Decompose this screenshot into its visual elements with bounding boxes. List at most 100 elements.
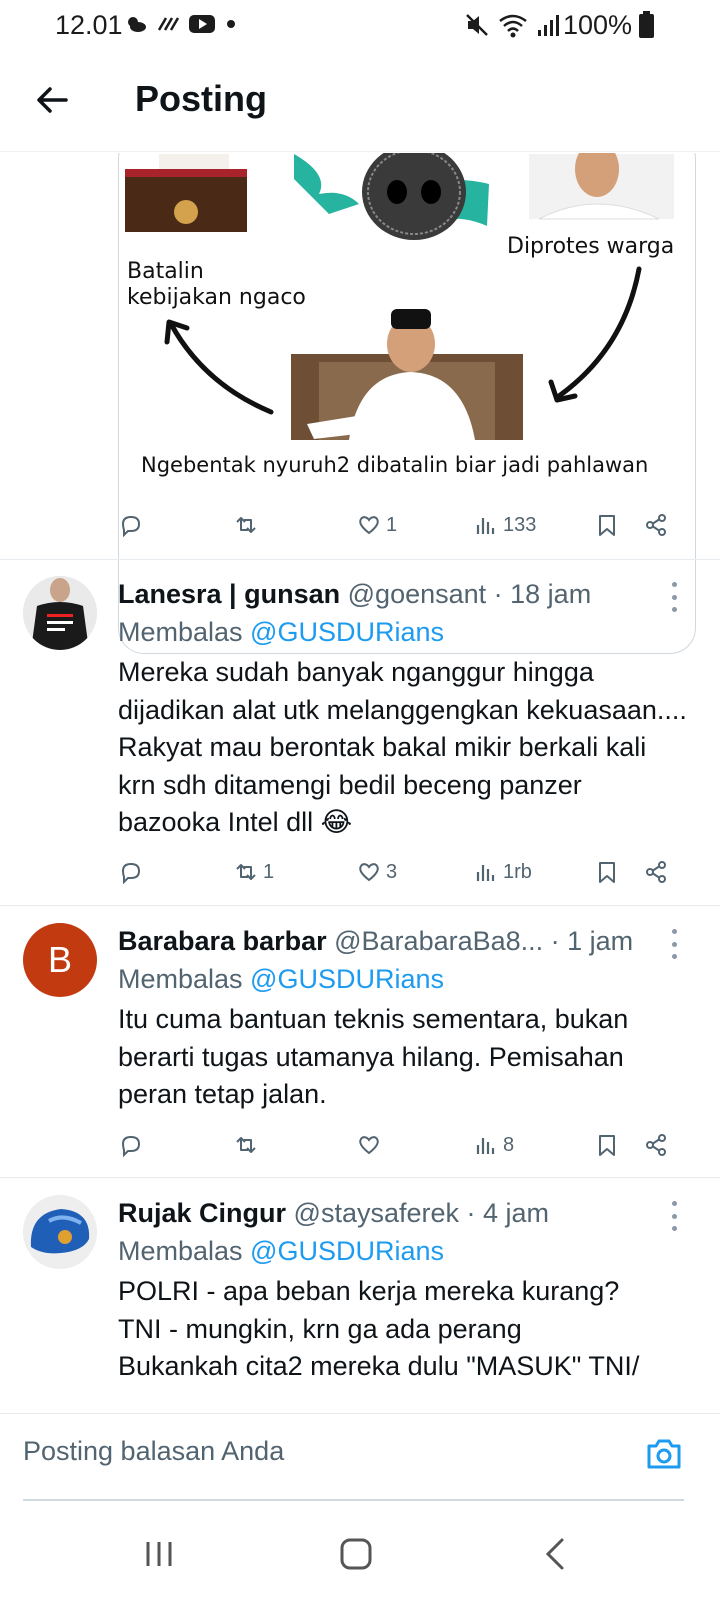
display-name[interactable]: Lanesra | gunsan [118,579,340,609]
meme-label-diprotes: Diprotes warga [507,234,675,259]
share-button[interactable] [643,852,669,892]
arrow-left-icon [37,87,68,113]
view-count: 133 [503,513,537,536]
mute-icon [466,14,488,36]
replying-to: Membalas @GUSDURians [118,964,444,994]
reply-button[interactable] [118,852,144,892]
camera-icon [647,1439,681,1469]
input-underline [23,1499,684,1501]
replying-to: Membalas @GUSDURians [118,1236,444,1266]
display-name[interactable]: Rujak Cingur [118,1198,286,1228]
like-count: 1 [386,513,398,536]
divider [0,559,720,560]
repost-button[interactable] [233,1125,259,1165]
view-count: 1rb [503,860,532,883]
dot-icon [227,20,235,28]
weather-icon [128,17,146,32]
user-handle[interactable]: @BarabaraBa8... · 1 jam [334,926,633,956]
reply-header: Rujak Cingur @staysaferek · 4 jam [118,1195,680,1235]
analytics-icon [476,865,495,881]
analytics-icon [476,518,495,534]
bookmark-button[interactable] [594,852,620,892]
display-name[interactable]: Barabara barbar [118,926,327,956]
reply-post[interactable]: Lanesra | gunsan @goensant · 18 jam Memb… [0,576,720,906]
user-handle[interactable]: @goensant · 18 jam [348,579,592,609]
page-title: Posting [135,78,267,119]
share-icon [646,861,666,883]
reply-post[interactable]: B Barabara barbar @BarabaraBa8... · 1 ja… [0,923,720,1183]
avatar[interactable]: B [23,923,97,997]
youtube-icon [189,15,215,33]
meme-label-bottom: Ngebentak nyuruh2 dibatalin biar jadi pa… [141,453,649,477]
reply-text: Itu cuma bantuan teknis sementara, bukan… [118,1004,629,1109]
share-icon [646,514,666,536]
reply-action-bar: 1 3 1rb [0,852,666,892]
mention-link[interactable]: @GUSDURians [250,1236,444,1266]
avatar[interactable] [23,576,97,650]
bookmark-icon [599,1135,615,1156]
back-nav-button[interactable] [534,1532,578,1576]
reply-text: Mereka sudah banyak nganggur hingga dija… [118,657,687,837]
reply-input[interactable]: Posting balasan Anda [23,1436,284,1467]
reply-post[interactable]: Rujak Cingur @staysaferek · 4 jam Membal… [0,1195,720,1413]
home-button[interactable] [334,1532,378,1576]
post-action-bar: 1 133 [118,505,688,545]
top-app-bar: Posting [0,52,720,152]
heart-icon [359,863,379,882]
share-button[interactable] [643,505,669,545]
analytics-icon [476,1138,495,1154]
like-button[interactable] [356,1125,382,1165]
repost-button[interactable]: 1 [233,852,274,892]
bookmark-icon [599,862,615,883]
camera-button[interactable] [644,1434,684,1474]
avatar[interactable] [23,1195,97,1269]
like-button[interactable]: 1 [356,505,397,545]
signal-activity-icon [157,17,180,31]
share-icon [646,1134,666,1156]
more-options-button[interactable] [664,1201,684,1231]
mention-link[interactable]: @GUSDURians [250,964,444,994]
avatar-letter: B [47,939,72,980]
views-button[interactable]: 1rb [473,852,532,892]
repost-icon [236,517,256,533]
battery-percentage: 100% [562,10,632,40]
heart-icon [359,516,379,535]
chevron-left-icon [545,1538,564,1570]
share-button[interactable] [643,1125,669,1165]
heart-icon [359,1136,379,1155]
views-button[interactable]: 8 [473,1125,514,1165]
repost-button[interactable] [233,505,259,545]
status-time: 12.01 [55,10,123,40]
post-thread[interactable]: Batalin kebijakan ngaco Diprotes warga N… [0,153,720,1413]
divider [0,905,720,906]
reply-button[interactable] [118,1125,144,1165]
system-navigation-bar [0,1510,720,1600]
home-icon [340,1538,372,1570]
reply-action-bar: 8 [0,1125,666,1165]
repost-icon [236,1137,256,1153]
reply-icon [121,515,141,538]
bookmark-button[interactable] [594,1125,620,1165]
reply-header: Lanesra | gunsan @goensant · 18 jam [118,576,680,616]
meme-label-kebijakan: kebijakan ngaco [127,285,306,310]
mention-link[interactable]: @GUSDURians [250,617,444,647]
status-bar: 12.01 100% [0,0,720,52]
battery-icon [639,11,654,38]
reply-composer: Posting balasan Anda [0,1413,720,1501]
bookmark-icon [599,515,615,536]
reply-text: POLRI - apa beban kerja mereka kurang? T… [118,1276,640,1381]
views-button[interactable]: 133 [473,505,536,545]
reply-header: Barabara barbar @BarabaraBa8... · 1 jam [118,923,680,963]
like-button[interactable]: 3 [356,852,397,892]
like-count: 3 [386,860,398,883]
reply-button[interactable] [118,505,144,545]
more-options-button[interactable] [664,929,684,959]
more-options-button[interactable] [664,582,684,612]
meme-label-batalin: Batalin [127,259,204,284]
cell-signal-icon [538,15,559,36]
recent-apps-button[interactable] [137,1532,181,1576]
bookmark-button[interactable] [594,505,620,545]
user-handle[interactable]: @staysaferek · 4 jam [294,1198,550,1228]
view-count: 8 [503,1133,515,1156]
back-button[interactable] [30,78,74,122]
